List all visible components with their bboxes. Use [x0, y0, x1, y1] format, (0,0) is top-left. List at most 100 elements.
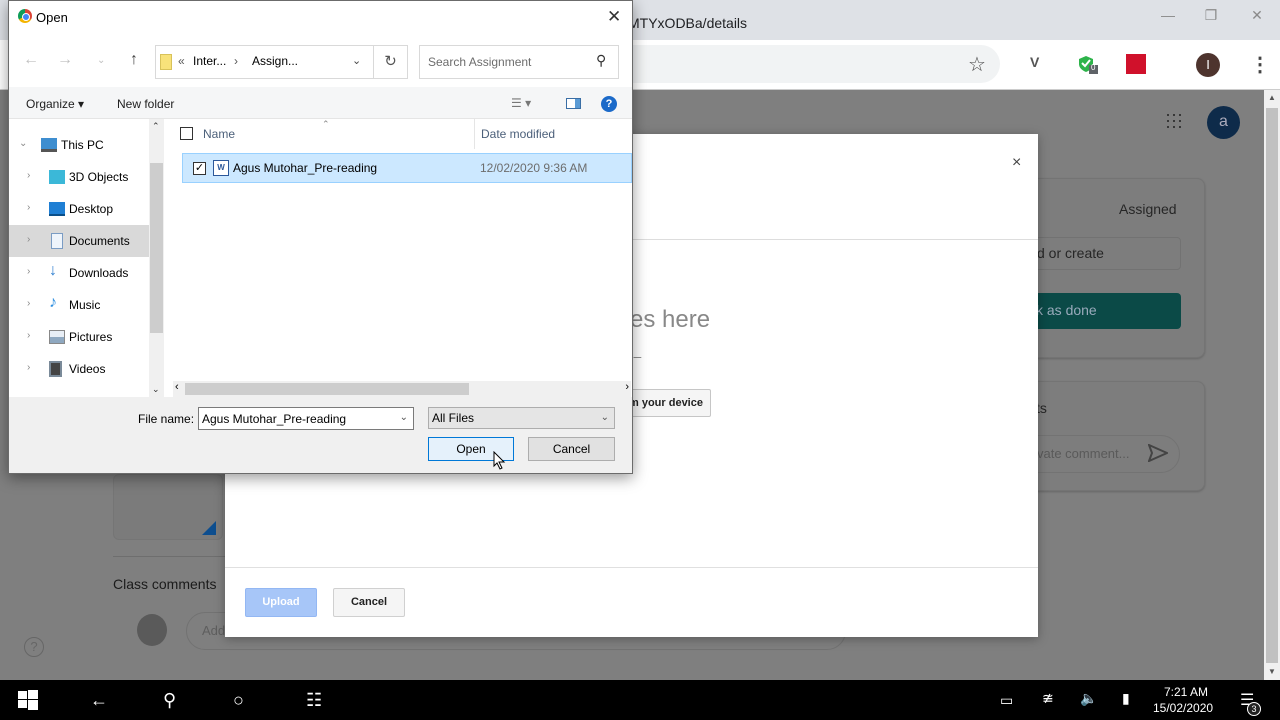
nav-item-desktop[interactable]: › Desktop — [9, 193, 149, 225]
nav-scroll-thumb[interactable] — [150, 163, 163, 333]
nav-item-documents[interactable]: › Documents — [9, 225, 149, 257]
address-bar[interactable] — [600, 45, 1000, 83]
nav-item-videos[interactable]: › Videos — [9, 353, 149, 385]
nav-item-this-pc[interactable]: ⌄ This PC — [9, 129, 149, 161]
send-icon[interactable] — [1147, 443, 1170, 465]
nav-item-pictures[interactable]: › Pictures — [9, 321, 149, 353]
battery-icon[interactable]: ▭ — [1000, 692, 1013, 709]
chrome-logo-icon — [18, 9, 32, 23]
h-scroll-thumb[interactable] — [185, 383, 469, 395]
preview-pane-icon[interactable] — [566, 98, 581, 109]
modal-close-icon[interactable]: × — [1012, 154, 1021, 172]
chevron-down-icon[interactable]: ⌄ — [601, 412, 609, 423]
nav-item-3d-objects[interactable]: › 3D Objects — [9, 161, 149, 193]
cortana-icon[interactable]: ○ — [233, 690, 244, 711]
page-scrollbar[interactable]: ▲ ▼ — [1264, 90, 1280, 680]
chevron-right-icon[interactable]: › — [27, 298, 30, 309]
path-dropdown-icon[interactable]: ⌄ — [352, 54, 361, 67]
breadcrumb-item[interactable]: Inter... — [193, 54, 226, 68]
dialog-nav-row: ← → ⌄ ↑ « Inter... › Assign... ⌄ ↻ Searc… — [9, 33, 632, 87]
wifi-icon[interactable]: ≇ — [1042, 690, 1054, 707]
browser-menu-icon[interactable]: ⋮ — [1250, 52, 1270, 77]
back-arrow-icon[interactable]: ← — [23, 51, 39, 69]
select-from-device-button[interactable]: m your device — [620, 389, 711, 417]
forward-arrow-icon[interactable]: → — [57, 51, 73, 69]
help-icon[interactable]: ? — [24, 637, 44, 657]
bookmark-star-icon[interactable]: ☆ — [968, 52, 986, 77]
volume-icon[interactable]: 🔈 — [1080, 690, 1097, 707]
minimize-button[interactable]: — — [1145, 4, 1191, 30]
shield-check-icon[interactable]: 0 — [1078, 54, 1098, 74]
doc-corner-icon — [202, 521, 216, 535]
extension-v-icon[interactable]: V — [1030, 54, 1050, 74]
file-name-value[interactable]: Agus Mutohar_Pre-reading — [202, 412, 346, 426]
view-options-icon[interactable]: ☰ ▾ — [511, 96, 531, 110]
class-comments-title: Class comments — [113, 576, 217, 592]
column-header-name[interactable]: Name — [203, 127, 235, 141]
nav-label: Documents — [69, 234, 130, 248]
chevron-right-icon[interactable]: › — [27, 266, 30, 277]
search-input[interactable]: Search Assignment — [428, 55, 531, 69]
window-close-button[interactable]: ✕ — [1234, 4, 1280, 30]
chevron-right-icon[interactable]: › — [27, 330, 30, 341]
modal-cancel-button[interactable]: Cancel — [333, 588, 405, 617]
profile-avatar[interactable]: I — [1196, 53, 1220, 77]
music-icon: ♪ — [49, 294, 57, 311]
nav-label: Desktop — [69, 202, 114, 216]
help-icon[interactable]: ? — [601, 96, 617, 112]
nav-item-music[interactable]: › ♪ Music — [9, 289, 149, 321]
search-icon[interactable]: ⚲ — [163, 690, 176, 711]
chevron-right-icon[interactable]: › — [27, 170, 30, 181]
account-avatar[interactable]: a — [1207, 106, 1240, 139]
chevron-right-icon[interactable]: › — [27, 202, 30, 213]
mendeley-icon[interactable] — [1126, 54, 1146, 74]
column-header-date[interactable]: Date modified — [481, 127, 555, 141]
chevron-right-icon[interactable]: › — [27, 362, 30, 373]
scroll-up-arrow-icon[interactable]: ⌃ — [152, 121, 160, 132]
scroll-right-arrow-icon[interactable]: › — [625, 381, 629, 393]
clock-date[interactable]: 15/02/2020 — [1153, 701, 1213, 715]
scroll-down-arrow-icon[interactable]: ▼ — [1264, 664, 1280, 680]
select-all-checkbox[interactable] — [180, 127, 193, 140]
recent-chevron-icon[interactable]: ⌄ — [97, 55, 105, 66]
url-text[interactable]: MTYxODBa/details — [628, 15, 747, 31]
organize-menu[interactable]: Organize ▾ — [26, 97, 84, 111]
dialog-titlebar: Open ✕ — [9, 1, 632, 33]
nav-scrollbar[interactable]: ⌃ ⌄ — [149, 119, 164, 397]
clock-time[interactable]: 7:21 AM — [1163, 684, 1209, 700]
nav-item-downloads[interactable]: › ↓ Downloads — [9, 257, 149, 289]
chevron-down-icon[interactable]: ⌄ — [19, 138, 27, 149]
search-icon[interactable]: ⚲ — [596, 52, 606, 69]
refresh-icon[interactable]: ↻ — [374, 45, 408, 79]
mouse-cursor-icon — [493, 450, 507, 474]
up-arrow-icon[interactable]: ↑ — [130, 51, 138, 69]
open-file-dialog: Open ✕ ← → ⌄ ↑ « Inter... › Assign... ⌄ … — [8, 0, 633, 474]
horizontal-scrollbar[interactable]: ‹ › — [173, 381, 631, 397]
dialog-close-icon[interactable]: ✕ — [607, 7, 621, 27]
breadcrumb-item[interactable]: Assign... — [252, 54, 298, 68]
scroll-up-arrow-icon[interactable]: ▲ — [1264, 90, 1280, 106]
restore-button[interactable]: ❐ — [1188, 4, 1234, 30]
file-row[interactable]: ✓ W Agus Mutohar_Pre-reading 12/02/2020 … — [182, 153, 632, 183]
back-arrow-icon[interactable]: ← — [90, 690, 108, 711]
scroll-left-arrow-icon[interactable]: ‹ — [175, 381, 179, 393]
file-type-select[interactable]: All Files ⌄ — [428, 407, 615, 429]
file-name-input[interactable]: Agus Mutohar_Pre-reading ⌄ — [198, 407, 414, 430]
column-separator[interactable] — [474, 119, 475, 149]
cancel-button[interactable]: Cancel — [528, 437, 615, 461]
windows-start-icon[interactable] — [18, 690, 38, 715]
file-checkbox[interactable]: ✓ — [193, 162, 206, 175]
attachment-thumbnail[interactable] — [113, 474, 223, 540]
file-date: 12/02/2020 9:36 AM — [480, 161, 588, 175]
chevron-down-icon[interactable]: ⌄ — [400, 412, 408, 423]
google-apps-icon[interactable]: ⋯ ⋯ ⋯ — [1165, 106, 1183, 136]
microphone-icon[interactable]: ▮ — [1122, 690, 1130, 707]
chevron-right-icon[interactable]: › — [27, 234, 30, 245]
upload-button[interactable]: Upload — [245, 588, 317, 617]
search-box[interactable]: Search Assignment ⚲ — [419, 45, 619, 79]
scroll-thumb[interactable] — [1266, 108, 1278, 663]
new-folder-button[interactable]: New folder — [117, 97, 174, 111]
task-view-icon[interactable]: ☷ — [306, 690, 322, 711]
path-breadcrumb[interactable]: « Inter... › Assign... ⌄ — [155, 45, 374, 79]
scroll-down-arrow-icon[interactable]: ⌄ — [152, 384, 160, 395]
